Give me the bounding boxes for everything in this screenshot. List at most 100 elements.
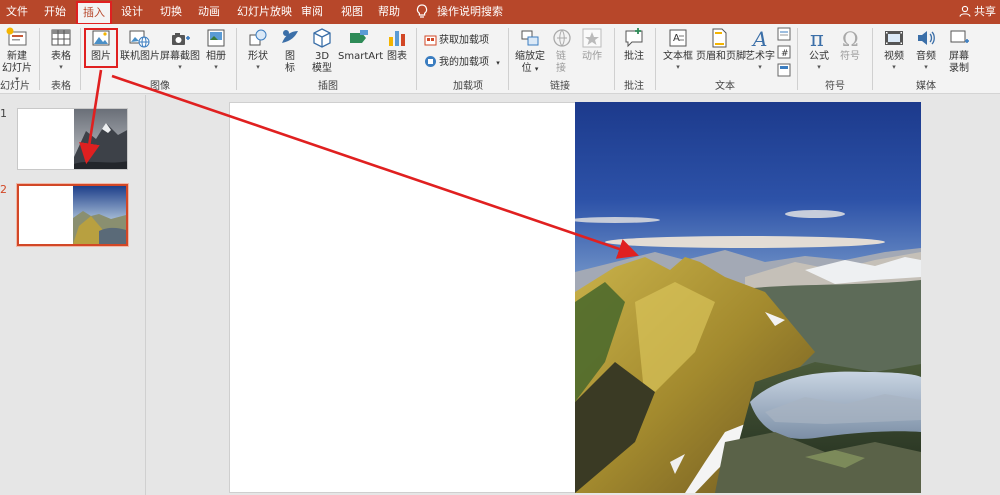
menu-insert[interactable]: 插入	[76, 1, 112, 25]
zoom-label-2: 位	[521, 63, 532, 74]
my-addins-button[interactable]: 我的加载项 ▾	[424, 54, 500, 72]
textbox-button[interactable]: A 文本框 ▾	[662, 27, 694, 71]
group-label-tables: 表格	[51, 81, 71, 92]
group-label-comments: 批注	[624, 81, 644, 92]
icons-label: 图	[285, 51, 295, 62]
group-label-images: 图像	[150, 81, 170, 92]
wordart-button[interactable]: A 艺术字 ▾	[745, 27, 775, 71]
get-addins-label: 获取加载项	[439, 35, 489, 46]
menu-animations[interactable]: 动画	[198, 0, 220, 24]
my-addins-label: 我的加载项	[439, 57, 489, 68]
svg-text:A: A	[751, 27, 767, 49]
new-slide-icon	[6, 27, 27, 46]
svg-text:Ω: Ω	[842, 27, 859, 49]
smartart-button[interactable]: SmartArt	[338, 27, 383, 63]
screenshot-label: 屏幕截图	[160, 51, 200, 62]
symbol-button[interactable]: Ω 符号	[836, 27, 864, 63]
pi-icon: π	[810, 27, 824, 49]
zoom-label: 缩放定	[515, 51, 545, 62]
new-slide-label-2: 幻灯片	[2, 63, 32, 74]
speaker-icon	[918, 31, 935, 45]
chart-label: 图表	[387, 51, 407, 62]
shapes-button[interactable]: 形状 ▾	[244, 27, 272, 71]
group-label-slides: 幻灯片	[0, 81, 30, 92]
link-label: 链	[556, 51, 566, 62]
share-button[interactable]: 共享	[959, 0, 996, 24]
action-button[interactable]: 动作	[576, 27, 608, 63]
menu-review[interactable]: 审阅	[301, 0, 323, 24]
comment-label: 批注	[624, 51, 644, 62]
slide-thumbnail-1[interactable]	[17, 108, 128, 170]
menu-transitions[interactable]: 切换	[160, 0, 182, 24]
new-slide-button[interactable]: 新建 幻灯片 ▾	[0, 27, 34, 83]
3d-model-label: 3D	[314, 51, 330, 62]
menu-view[interactable]: 视图	[341, 0, 363, 24]
menu-home[interactable]: 开始	[44, 0, 66, 24]
new-slide-label: 新建	[7, 51, 27, 62]
wordart-label: 艺术字	[745, 51, 775, 62]
screen-recording-button[interactable]: 屏幕 录制	[944, 27, 974, 75]
thumbnail-preview	[19, 186, 126, 244]
chart-button[interactable]: 图表	[384, 27, 410, 63]
photo-album-button[interactable]: 相册 ▾	[202, 27, 230, 71]
annotation-highlight-box	[84, 28, 118, 68]
equation-button[interactable]: π 公式 ▾	[805, 27, 833, 71]
person-icon	[959, 5, 971, 17]
wordart-icon: A	[751, 27, 767, 49]
chevron-down-icon: ▾	[534, 65, 539, 73]
slide-number: 2	[0, 183, 7, 196]
group-label-links: 链接	[550, 81, 570, 92]
icons-button[interactable]: 图 标	[278, 27, 302, 75]
date-time-icon[interactable]	[777, 27, 791, 41]
slide-thumbnails-pane: 1 2	[0, 95, 146, 495]
tell-me-search[interactable]: 操作说明搜索	[437, 0, 503, 24]
slide-number: 1	[0, 107, 7, 120]
share-label: 共享	[974, 5, 996, 18]
audio-label: 音频	[916, 51, 936, 62]
chevron-down-icon: ▾	[256, 63, 260, 71]
svg-text:A: A	[673, 33, 680, 44]
mountain-photo[interactable]	[575, 102, 921, 493]
object-icon[interactable]	[777, 63, 791, 77]
audio-button[interactable]: 音频 ▾	[912, 27, 940, 71]
group-divider	[39, 28, 40, 90]
online-picture-button[interactable]: 联机图片	[120, 27, 160, 63]
table-button[interactable]: 表格 ▾	[46, 27, 76, 71]
smartart-icon	[350, 30, 368, 43]
header-footer-button[interactable]: 页眉和页脚	[696, 27, 746, 63]
menu-help[interactable]: 帮助	[378, 0, 400, 24]
group-label-illustrations: 插图	[318, 81, 338, 92]
chevron-down-icon: ▾	[676, 63, 680, 71]
slide-thumbnail-2[interactable]	[16, 183, 129, 247]
textbox-label: 文本框	[663, 51, 693, 62]
group-label-addins: 加载项	[453, 81, 483, 92]
group-label-text: 文本	[715, 81, 735, 92]
group-divider	[872, 28, 873, 90]
action-label: 动作	[582, 51, 602, 62]
icons-icon	[282, 30, 298, 43]
online-picture-label: 联机图片	[120, 51, 160, 62]
group-divider	[797, 28, 798, 90]
group-label-media: 媒体	[916, 81, 936, 92]
zoom-button[interactable]: 缩放定 位 ▾	[512, 27, 548, 75]
menu-slideshow[interactable]: 幻灯片放映	[237, 0, 292, 24]
menu-design[interactable]: 设计	[121, 0, 143, 24]
symbol-label: 符号	[840, 51, 860, 62]
chevron-down-icon: ▾	[817, 63, 821, 71]
link-button[interactable]: 链 接	[551, 27, 571, 75]
group-divider	[508, 28, 509, 90]
menu-file[interactable]: 文件	[6, 0, 28, 24]
3d-model-button[interactable]: 3D 模型	[308, 27, 336, 75]
slide-number-icon[interactable]: #	[777, 45, 791, 59]
screenshot-button[interactable]: 屏幕截图 ▾	[160, 27, 200, 71]
group-divider	[80, 28, 81, 90]
get-addins-button[interactable]: 获取加载项	[424, 32, 489, 50]
star-icon	[582, 28, 602, 48]
comment-button[interactable]: 批注	[620, 27, 648, 63]
menu-bar: 文件 开始 插入 设计 切换 动画 幻灯片放映 审阅 视图 帮助 操作说明搜索 …	[0, 0, 1000, 25]
online-picture-icon	[129, 30, 150, 48]
comment-icon	[625, 28, 643, 48]
cube-icon	[313, 28, 331, 48]
video-button[interactable]: 视频 ▾	[879, 27, 909, 71]
photo-album-label: 相册	[206, 51, 226, 62]
